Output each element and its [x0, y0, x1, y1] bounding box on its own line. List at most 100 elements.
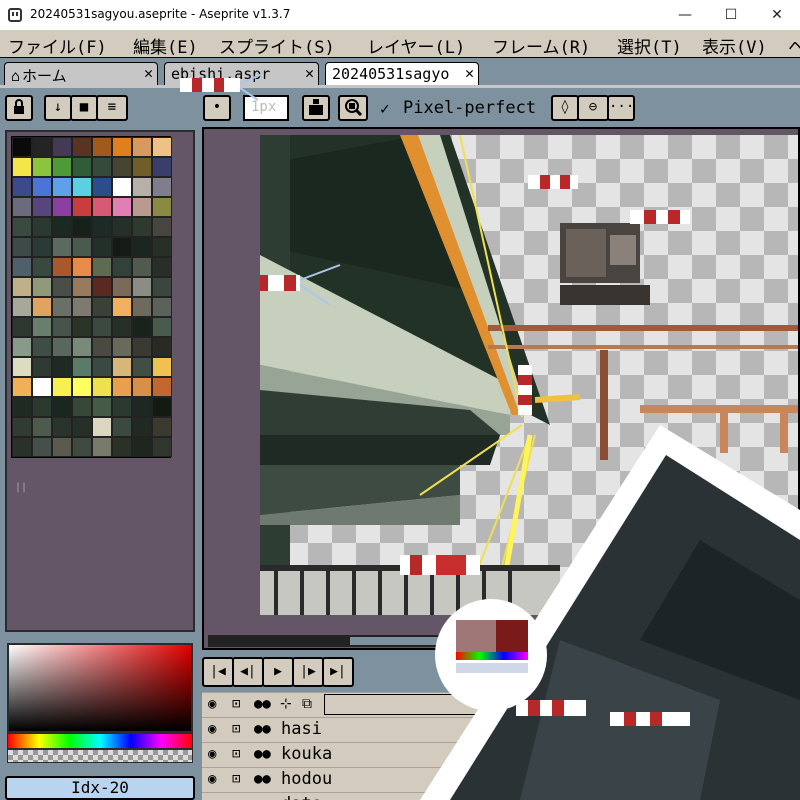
palette-swatch[interactable] [152, 217, 172, 237]
palette-swatch[interactable] [72, 237, 92, 257]
menu-frame[interactable]: フレーム(R) [492, 33, 590, 57]
next-frame-icon[interactable]: |▶ [292, 657, 324, 687]
palette-swatch[interactable] [32, 297, 52, 317]
stop-icon[interactable]: ■ [70, 95, 98, 121]
saturation-value-picker[interactable] [7, 643, 193, 733]
palette-swatch[interactable] [132, 437, 152, 457]
palette-swatch[interactable] [32, 437, 52, 457]
palette-swatch[interactable] [12, 237, 32, 257]
palette-swatch[interactable] [52, 357, 72, 377]
palette-swatch[interactable] [92, 157, 112, 177]
menu-sprite[interactable]: スプライト(S) [219, 33, 335, 57]
palette-swatch[interactable] [52, 377, 72, 397]
palette-swatch[interactable] [72, 137, 92, 157]
palette-swatch[interactable] [52, 397, 72, 417]
palette-swatch[interactable] [72, 437, 92, 457]
brush-size-input[interactable]: 1px [243, 95, 289, 121]
ink-bottle-icon[interactable] [302, 95, 330, 121]
palette-swatch[interactable] [92, 317, 112, 337]
palette-swatch[interactable] [92, 197, 112, 217]
palette-swatch[interactable] [92, 217, 112, 237]
palette-swatch[interactable] [112, 157, 132, 177]
palette-swatch[interactable] [152, 297, 172, 317]
palette-swatch[interactable] [12, 157, 32, 177]
palette-swatch[interactable] [12, 197, 32, 217]
palette-swatch[interactable] [52, 137, 72, 157]
lock-toggle-icon[interactable]: ⊡ [232, 721, 240, 737]
palette-swatch[interactable] [132, 177, 152, 197]
palette-swatch[interactable] [112, 357, 132, 377]
palette-swatch[interactable] [32, 317, 52, 337]
palette-swatch[interactable] [92, 257, 112, 277]
palette-swatch[interactable] [152, 317, 172, 337]
palette-swatch[interactable] [92, 397, 112, 417]
palette-swatch[interactable] [132, 357, 152, 377]
palette-swatch[interactable] [92, 177, 112, 197]
palette-swatch[interactable] [132, 317, 152, 337]
palette-swatch[interactable] [72, 357, 92, 377]
palette-swatch[interactable] [152, 177, 172, 197]
palette-swatch[interactable] [152, 357, 172, 377]
color-index-field[interactable]: Idx-20 [5, 776, 195, 800]
minimize-button[interactable]: — [662, 0, 708, 30]
palette-swatch[interactable] [32, 397, 52, 417]
palette-swatch[interactable] [72, 157, 92, 177]
palette-swatch[interactable] [12, 397, 32, 417]
palette-swatch[interactable] [92, 437, 112, 457]
palette-swatch[interactable] [12, 377, 32, 397]
palette-swatch[interactable] [132, 237, 152, 257]
palette-swatch[interactable] [52, 297, 72, 317]
palette-swatch[interactable] [32, 137, 52, 157]
lock-toggle-icon[interactable]: ⊡ [232, 796, 240, 800]
palette-swatch[interactable] [32, 217, 52, 237]
menu-help[interactable]: ヘ [788, 33, 800, 57]
tab-ebishi-close-icon[interactable]: ✕ [305, 64, 314, 82]
palette-swatch[interactable] [52, 237, 72, 257]
palette-swatch[interactable] [152, 397, 172, 417]
palette-swatch[interactable] [32, 197, 52, 217]
layer-row[interactable]: ◉ ⊡ ●● hasi [202, 717, 800, 741]
palette-swatch[interactable] [152, 197, 172, 217]
hue-slider[interactable] [7, 733, 193, 749]
palette-swatch[interactable] [32, 277, 52, 297]
palette-swatch[interactable] [52, 437, 72, 457]
lock-toggle-icon[interactable]: ⊡ [232, 746, 240, 762]
palette-swatch[interactable] [92, 277, 112, 297]
palette-swatch[interactable] [132, 217, 152, 237]
palette-swatch[interactable] [132, 277, 152, 297]
palette-swatch[interactable] [152, 337, 172, 357]
palette-swatch[interactable] [32, 377, 52, 397]
magnifier-icon[interactable] [338, 95, 368, 121]
palette-swatch[interactable] [32, 177, 52, 197]
palette-swatch[interactable] [112, 217, 132, 237]
scrollbar-thumb[interactable] [350, 637, 650, 645]
palette-swatch[interactable] [12, 437, 32, 457]
visibility-eye-icon[interactable]: ◉ [208, 771, 216, 787]
palette-swatch[interactable] [152, 137, 172, 157]
palette-swatch[interactable] [112, 137, 132, 157]
alpha-slider[interactable] [7, 749, 193, 763]
brush-type-icon[interactable]: • [203, 95, 231, 121]
layer-group-icon[interactable]: ⊹ [280, 696, 292, 712]
palette-swatch[interactable] [132, 417, 152, 437]
palette-swatch[interactable] [92, 357, 112, 377]
lock-icon[interactable] [5, 95, 33, 121]
palette-swatch[interactable] [52, 317, 72, 337]
palette-swatch[interactable] [152, 257, 172, 277]
last-frame-icon[interactable]: ▶| [322, 657, 354, 687]
palette-swatch[interactable] [152, 417, 172, 437]
palette-swatch[interactable] [132, 137, 152, 157]
palette-swatch[interactable] [152, 277, 172, 297]
palette-swatch[interactable] [112, 257, 132, 277]
palette-swatch[interactable] [132, 297, 152, 317]
palette-swatch[interactable] [52, 217, 72, 237]
palette-swatch[interactable] [72, 377, 92, 397]
palette-swatch[interactable] [72, 397, 92, 417]
palette-swatch[interactable] [72, 317, 92, 337]
palette-swatch[interactable] [32, 157, 52, 177]
palette-swatch[interactable] [12, 217, 32, 237]
palette-swatch[interactable] [72, 417, 92, 437]
palette-swatch[interactable] [132, 377, 152, 397]
palette-swatch[interactable] [12, 277, 32, 297]
menu-edit[interactable]: 編集(E) [133, 33, 198, 57]
